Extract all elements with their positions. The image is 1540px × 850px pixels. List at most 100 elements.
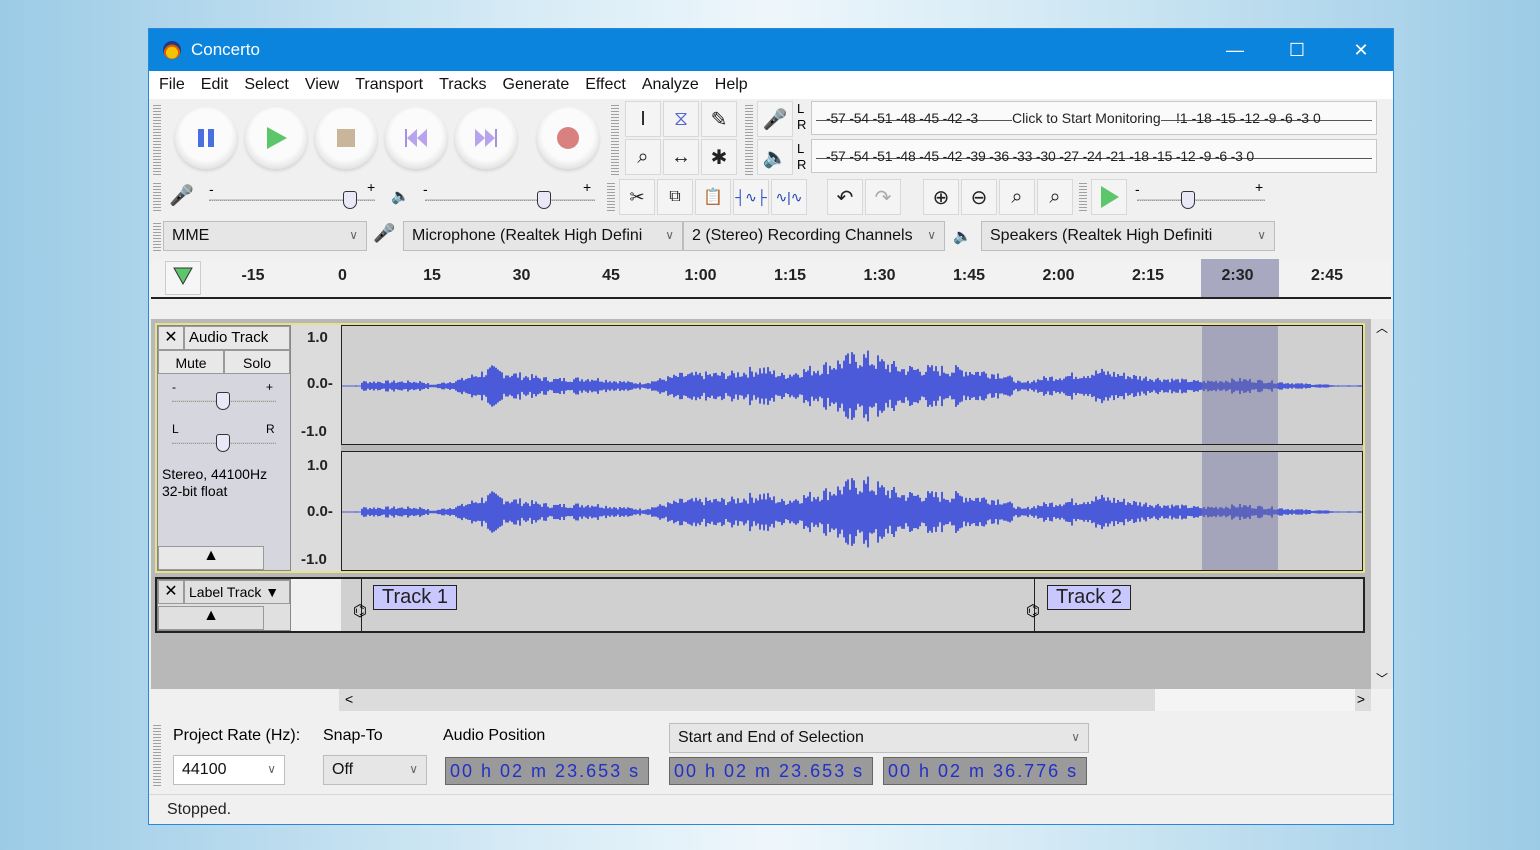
label-handle-icon[interactable]: ⌬: [353, 601, 367, 621]
menu-transport[interactable]: Transport: [355, 76, 423, 94]
recording-channels-select[interactable]: 2 (Stereo) Recording Channels ∨: [683, 221, 945, 251]
menu-view[interactable]: View: [305, 76, 339, 94]
playback-volume-thumb[interactable]: [537, 191, 551, 209]
scale-bottom: -1.0: [301, 551, 327, 568]
zoom-in-icon: ⊕: [932, 186, 950, 209]
minimize-button[interactable]: —: [1203, 29, 1267, 71]
monitoring-tooltip[interactable]: Click to Start Monitoring: [1012, 110, 1161, 126]
vertical-scrollbar[interactable]: ︿ ﹀: [1371, 319, 1393, 689]
scroll-right-icon[interactable]: >: [1357, 691, 1365, 707]
selection-tool[interactable]: I: [625, 101, 661, 137]
trim-icon: ┤∿├: [735, 188, 767, 205]
horizontal-scrollbar[interactable]: < >: [339, 689, 1371, 711]
playback-meter[interactable]: -57 -54 -51 -48 -45 -42 -39 -36 -33 -30 …: [811, 139, 1377, 173]
label-track[interactable]: ✕ Label Track ▼ ▲ ⌬ Track 1 ⌬ Track 2: [155, 577, 1365, 633]
play-volume-min: -: [423, 181, 428, 197]
play-at-speed-grip[interactable]: [1079, 181, 1087, 211]
scroll-up-icon[interactable]: ︿: [1371, 319, 1393, 336]
menu-file[interactable]: File: [159, 76, 185, 94]
edit-grip[interactable]: [607, 181, 615, 211]
close-track-button[interactable]: ✕: [158, 580, 184, 604]
selection-end-field[interactable]: 00 h 02 m 36.776 s: [883, 757, 1087, 785]
undo-button[interactable]: ↶: [827, 179, 863, 215]
label-handle-icon[interactable]: ⌬: [1026, 601, 1040, 621]
scrollbar-track[interactable]: [1155, 689, 1355, 711]
pan-thumb[interactable]: [216, 434, 230, 452]
playback-meter-button[interactable]: 🔈: [757, 139, 793, 175]
audio-host-select[interactable]: MME ∨: [163, 221, 367, 251]
selection-mode-select[interactable]: Start and End of Selection ∨: [669, 723, 1089, 753]
cut-button[interactable]: ✂: [619, 179, 655, 215]
selection-grip[interactable]: [153, 723, 161, 787]
trim-button[interactable]: ┤∿├: [733, 179, 769, 215]
mixer-grip[interactable]: [153, 181, 161, 211]
play-at-speed-button[interactable]: [1091, 179, 1127, 215]
scroll-left-icon[interactable]: <: [345, 691, 353, 707]
label-track-1[interactable]: Track 1: [373, 585, 457, 610]
waveform-right-channel[interactable]: [341, 451, 1363, 571]
toolbar-grip[interactable]: [153, 103, 161, 175]
track-menu-button[interactable]: Label Track ▼: [184, 580, 290, 604]
silence-button[interactable]: ∿|∿: [771, 179, 807, 215]
timeline-ruler[interactable]: -15 0 15 30 45 1:00 1:15 1:30 1:45 2:00 2:15 2:30 2:…: [151, 259, 1391, 299]
menu-tracks[interactable]: Tracks: [439, 76, 486, 94]
pin-playhead-button[interactable]: [165, 261, 201, 295]
selection-region[interactable]: [1202, 452, 1278, 570]
menu-edit[interactable]: Edit: [201, 76, 229, 94]
device-grip[interactable]: [153, 221, 161, 251]
mute-button[interactable]: Mute: [158, 350, 224, 374]
record-meter[interactable]: -57 -54 -51 -48 -45 -42 -3 Click to Star…: [811, 101, 1377, 135]
menu-analyze[interactable]: Analyze: [642, 76, 699, 94]
skip-to-end-button[interactable]: [455, 107, 517, 169]
fit-selection-button[interactable]: ⌕: [999, 179, 1035, 215]
playback-device-select[interactable]: Speakers (Realtek High Definiti ∨: [981, 221, 1275, 251]
copy-button[interactable]: ⧉: [657, 179, 693, 215]
collapse-track-button[interactable]: ▲: [158, 546, 264, 570]
paste-button[interactable]: 📋: [695, 179, 731, 215]
menu-generate[interactable]: Generate: [503, 76, 570, 94]
selection-start-field[interactable]: 00 h 02 m 23.653 s: [669, 757, 873, 785]
menu-effect[interactable]: Effect: [585, 76, 626, 94]
stop-button[interactable]: [315, 107, 377, 169]
record-button[interactable]: [537, 107, 599, 169]
tools-grip[interactable]: [611, 103, 619, 175]
collapse-track-button[interactable]: ▲: [158, 606, 264, 630]
audio-position-label: Audio Position: [443, 727, 546, 744]
audio-track[interactable]: ✕ Audio Track ▼ Mute Solo - + L R Stereo…: [155, 323, 1365, 573]
time-shift-tool[interactable]: ↔: [663, 139, 699, 175]
skip-to-start-button[interactable]: [385, 107, 447, 169]
scroll-down-icon[interactable]: ﹀: [1371, 670, 1393, 687]
record-volume-thumb[interactable]: [343, 191, 358, 209]
gain-thumb[interactable]: [216, 392, 230, 410]
playback-volume-slider[interactable]: [425, 199, 595, 201]
menu-select[interactable]: Select: [244, 76, 288, 94]
label-track-2[interactable]: Track 2: [1047, 585, 1131, 610]
record-meter-button[interactable]: 🎤: [757, 101, 793, 137]
meter-grip[interactable]: [745, 103, 753, 175]
zoom-in-button[interactable]: ⊕: [923, 179, 959, 215]
selection-region[interactable]: [1202, 326, 1278, 444]
waveform-left-channel[interactable]: [341, 325, 1363, 445]
project-rate-select[interactable]: 44100 ∨: [173, 755, 285, 785]
play-button[interactable]: [245, 107, 307, 169]
zoom-out-button[interactable]: ⊖: [961, 179, 997, 215]
zoom-tool[interactable]: ⌕: [625, 139, 661, 175]
close-button[interactable]: ✕: [1329, 29, 1393, 71]
multi-tool[interactable]: ✱: [701, 139, 737, 175]
menu-help[interactable]: Help: [715, 76, 748, 94]
redo-button[interactable]: ↷: [865, 179, 901, 215]
audio-position-field[interactable]: 00 h 02 m 23.653 s: [445, 757, 649, 785]
pause-button[interactable]: [175, 107, 237, 169]
draw-tool[interactable]: ✎: [701, 101, 737, 137]
maximize-button[interactable]: ☐: [1265, 29, 1329, 71]
snap-to-select[interactable]: Off ∨: [323, 755, 427, 785]
title-bar: Concerto — ☐ ✕: [149, 29, 1393, 71]
track-menu-button[interactable]: Audio Track ▼: [184, 326, 290, 363]
recording-device-select[interactable]: Microphone (Realtek High Defini ∨: [403, 221, 683, 251]
envelope-tool[interactable]: ⧖: [663, 101, 699, 137]
solo-button[interactable]: Solo: [224, 350, 290, 374]
fit-project-button[interactable]: ⌕: [1037, 179, 1073, 215]
play-speed-thumb[interactable]: [1181, 191, 1196, 209]
close-track-button[interactable]: ✕: [158, 326, 184, 350]
play-speed-slider[interactable]: [1137, 199, 1265, 201]
